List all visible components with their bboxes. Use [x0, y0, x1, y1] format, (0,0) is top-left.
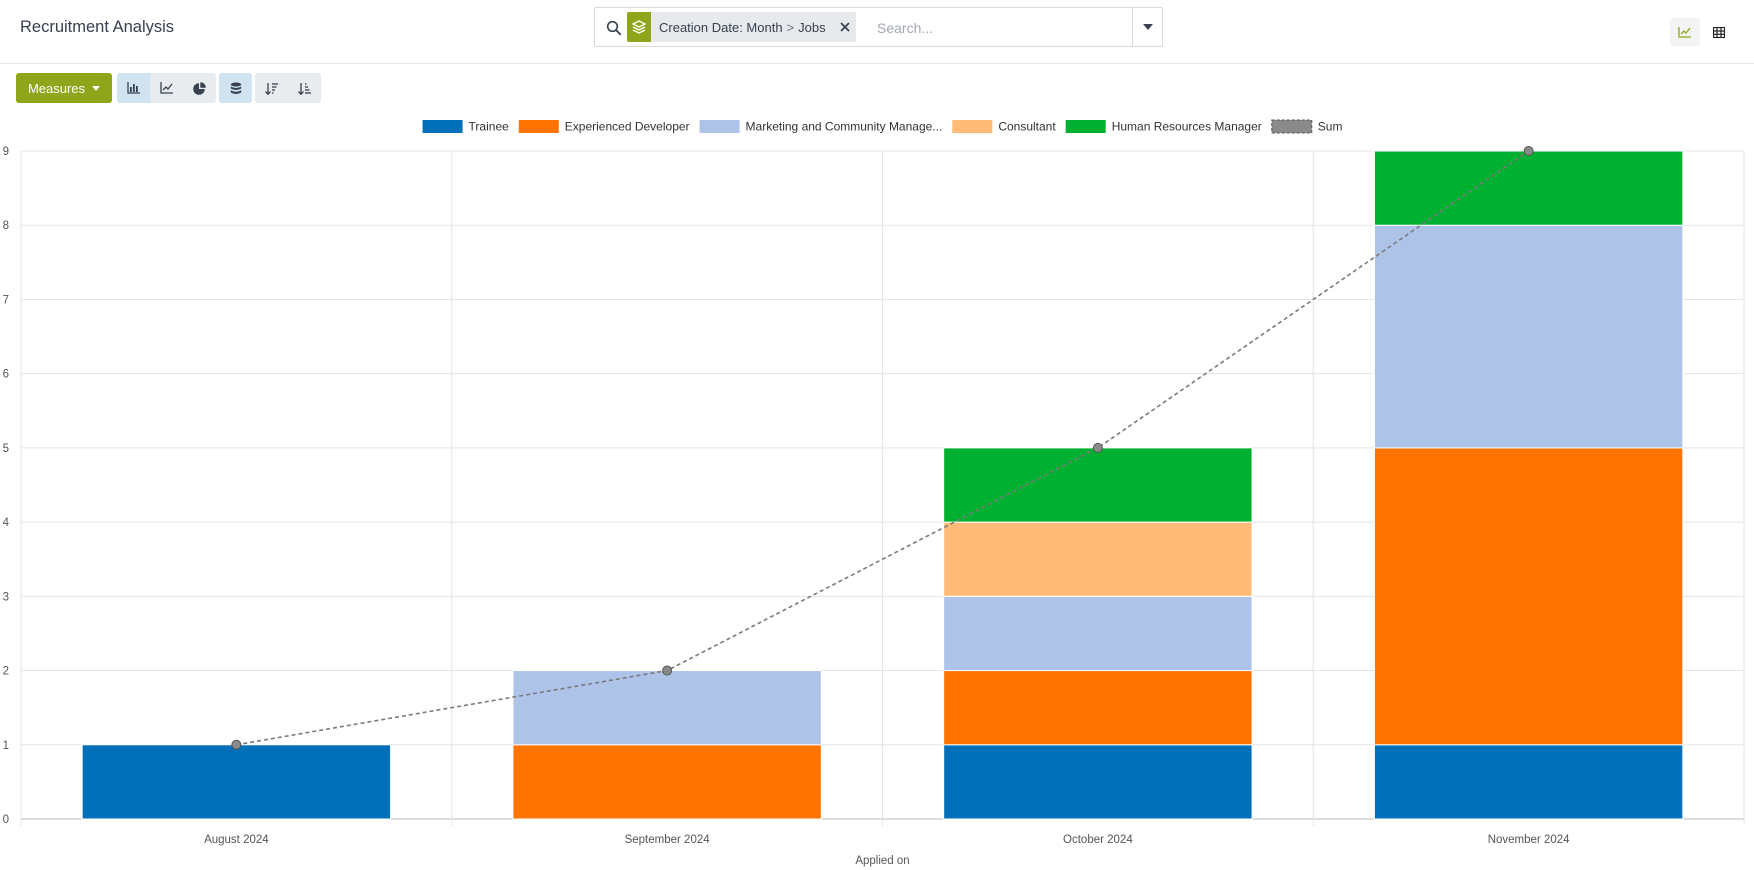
bar-segment[interactable]: [1373, 447, 1684, 746]
pie-chart-icon: [193, 81, 206, 95]
bar-segment[interactable]: [512, 744, 822, 820]
sort-ascending-button[interactable]: [288, 73, 321, 103]
legend-swatch[interactable]: [1271, 119, 1313, 134]
caret-down-icon: [1142, 24, 1153, 30]
sort-ascending-icon: [297, 82, 311, 95]
legend-swatch[interactable]: [699, 120, 740, 133]
search-icon[interactable]: [606, 20, 622, 36]
measures-button[interactable]: Measures: [16, 73, 112, 103]
bar-segment[interactable]: [943, 521, 1253, 597]
y-tick-label: 3: [3, 591, 9, 603]
control-panel: Recruitment Analysis Creation Date: Mont…: [0, 0, 1754, 64]
legend-label[interactable]: Human Resources Manager: [1112, 120, 1262, 134]
facet-groupby-date: Creation Date: Month: [659, 19, 783, 35]
bar-chart-icon: [126, 82, 140, 94]
line-chart-icon: [1678, 27, 1691, 38]
layers-icon: [627, 12, 651, 42]
y-tick-label: 1: [3, 740, 9, 752]
measures-label: Measures: [27, 80, 86, 96]
y-tick-label: 7: [3, 294, 9, 306]
bar-segment[interactable]: [943, 595, 1253, 672]
search-bar[interactable]: Creation Date: Month > Jobs: [594, 7, 1163, 47]
bar-segment[interactable]: [943, 744, 1253, 820]
sum-point[interactable]: [231, 739, 242, 750]
legend-label[interactable]: Sum: [1318, 120, 1343, 134]
x-tick-label: September 2024: [625, 834, 711, 846]
line-chart-button[interactable]: [150, 73, 183, 103]
legend-swatch[interactable]: [1065, 120, 1106, 133]
bar-segment[interactable]: [1373, 744, 1684, 820]
y-tick-label: 2: [3, 666, 9, 678]
bar-segment[interactable]: [512, 670, 822, 746]
x-tick-label: October 2024: [1063, 834, 1133, 846]
sort-descending-icon: [264, 82, 278, 95]
legend-label[interactable]: Consultant: [998, 120, 1056, 134]
legend-label[interactable]: Marketing and Community Manage...: [746, 120, 943, 134]
close-icon[interactable]: [834, 12, 856, 42]
x-tick-label: November 2024: [1488, 834, 1570, 846]
legend-swatch[interactable]: [518, 120, 559, 133]
x-axis-title: Applied on: [855, 855, 909, 867]
facet-label: Creation Date: Month > Jobs: [651, 20, 834, 35]
bar-segment[interactable]: [1373, 150, 1684, 226]
pivot-view-button[interactable]: [1704, 18, 1734, 46]
y-tick-label: 6: [3, 369, 9, 381]
y-tick-label: 5: [3, 443, 9, 455]
legend-label[interactable]: Experienced Developer: [565, 120, 690, 134]
sort-descending-button[interactable]: [255, 73, 288, 103]
sum-point[interactable]: [1523, 146, 1534, 156]
search-facet: Creation Date: Month > Jobs: [627, 12, 856, 42]
sum-point[interactable]: [1092, 442, 1103, 453]
graph-view-button[interactable]: [1670, 18, 1700, 46]
facet-separator: >: [786, 19, 795, 35]
y-tick-label: 9: [3, 146, 9, 158]
search-options-toggle[interactable]: [1132, 8, 1162, 46]
y-tick-label: 4: [3, 517, 10, 529]
legend-label[interactable]: Trainee: [469, 120, 510, 134]
sum-point[interactable]: [662, 665, 673, 676]
stacked-bar-chart: 0 1 2 3 4 5 6 7 8 9 August 2024 September 2024 Octob…: [3, 119, 1745, 867]
page-title: Recruitment Analysis: [20, 18, 175, 36]
stacked-button[interactable]: [219, 73, 252, 103]
y-tick-label: 0: [3, 814, 9, 826]
pie-chart-button[interactable]: [183, 73, 216, 103]
search-input[interactable]: [875, 16, 1119, 40]
bar-segment[interactable]: [943, 447, 1253, 523]
x-tick-label: August 2024: [204, 834, 269, 846]
facet-groupby-jobs: Jobs: [798, 19, 826, 35]
database-stack-icon: [230, 82, 241, 94]
table-icon: [1713, 26, 1725, 38]
legend-swatch[interactable]: [952, 120, 993, 133]
bar-segment[interactable]: [1373, 224, 1684, 449]
bar-chart-button[interactable]: [117, 73, 150, 103]
legend-swatch[interactable]: [422, 120, 463, 133]
line-chart-icon: [159, 82, 173, 94]
caret-down-icon: [92, 85, 101, 91]
bar-segment[interactable]: [81, 744, 392, 820]
bar-segment[interactable]: [943, 670, 1253, 746]
y-tick-label: 8: [3, 220, 9, 232]
